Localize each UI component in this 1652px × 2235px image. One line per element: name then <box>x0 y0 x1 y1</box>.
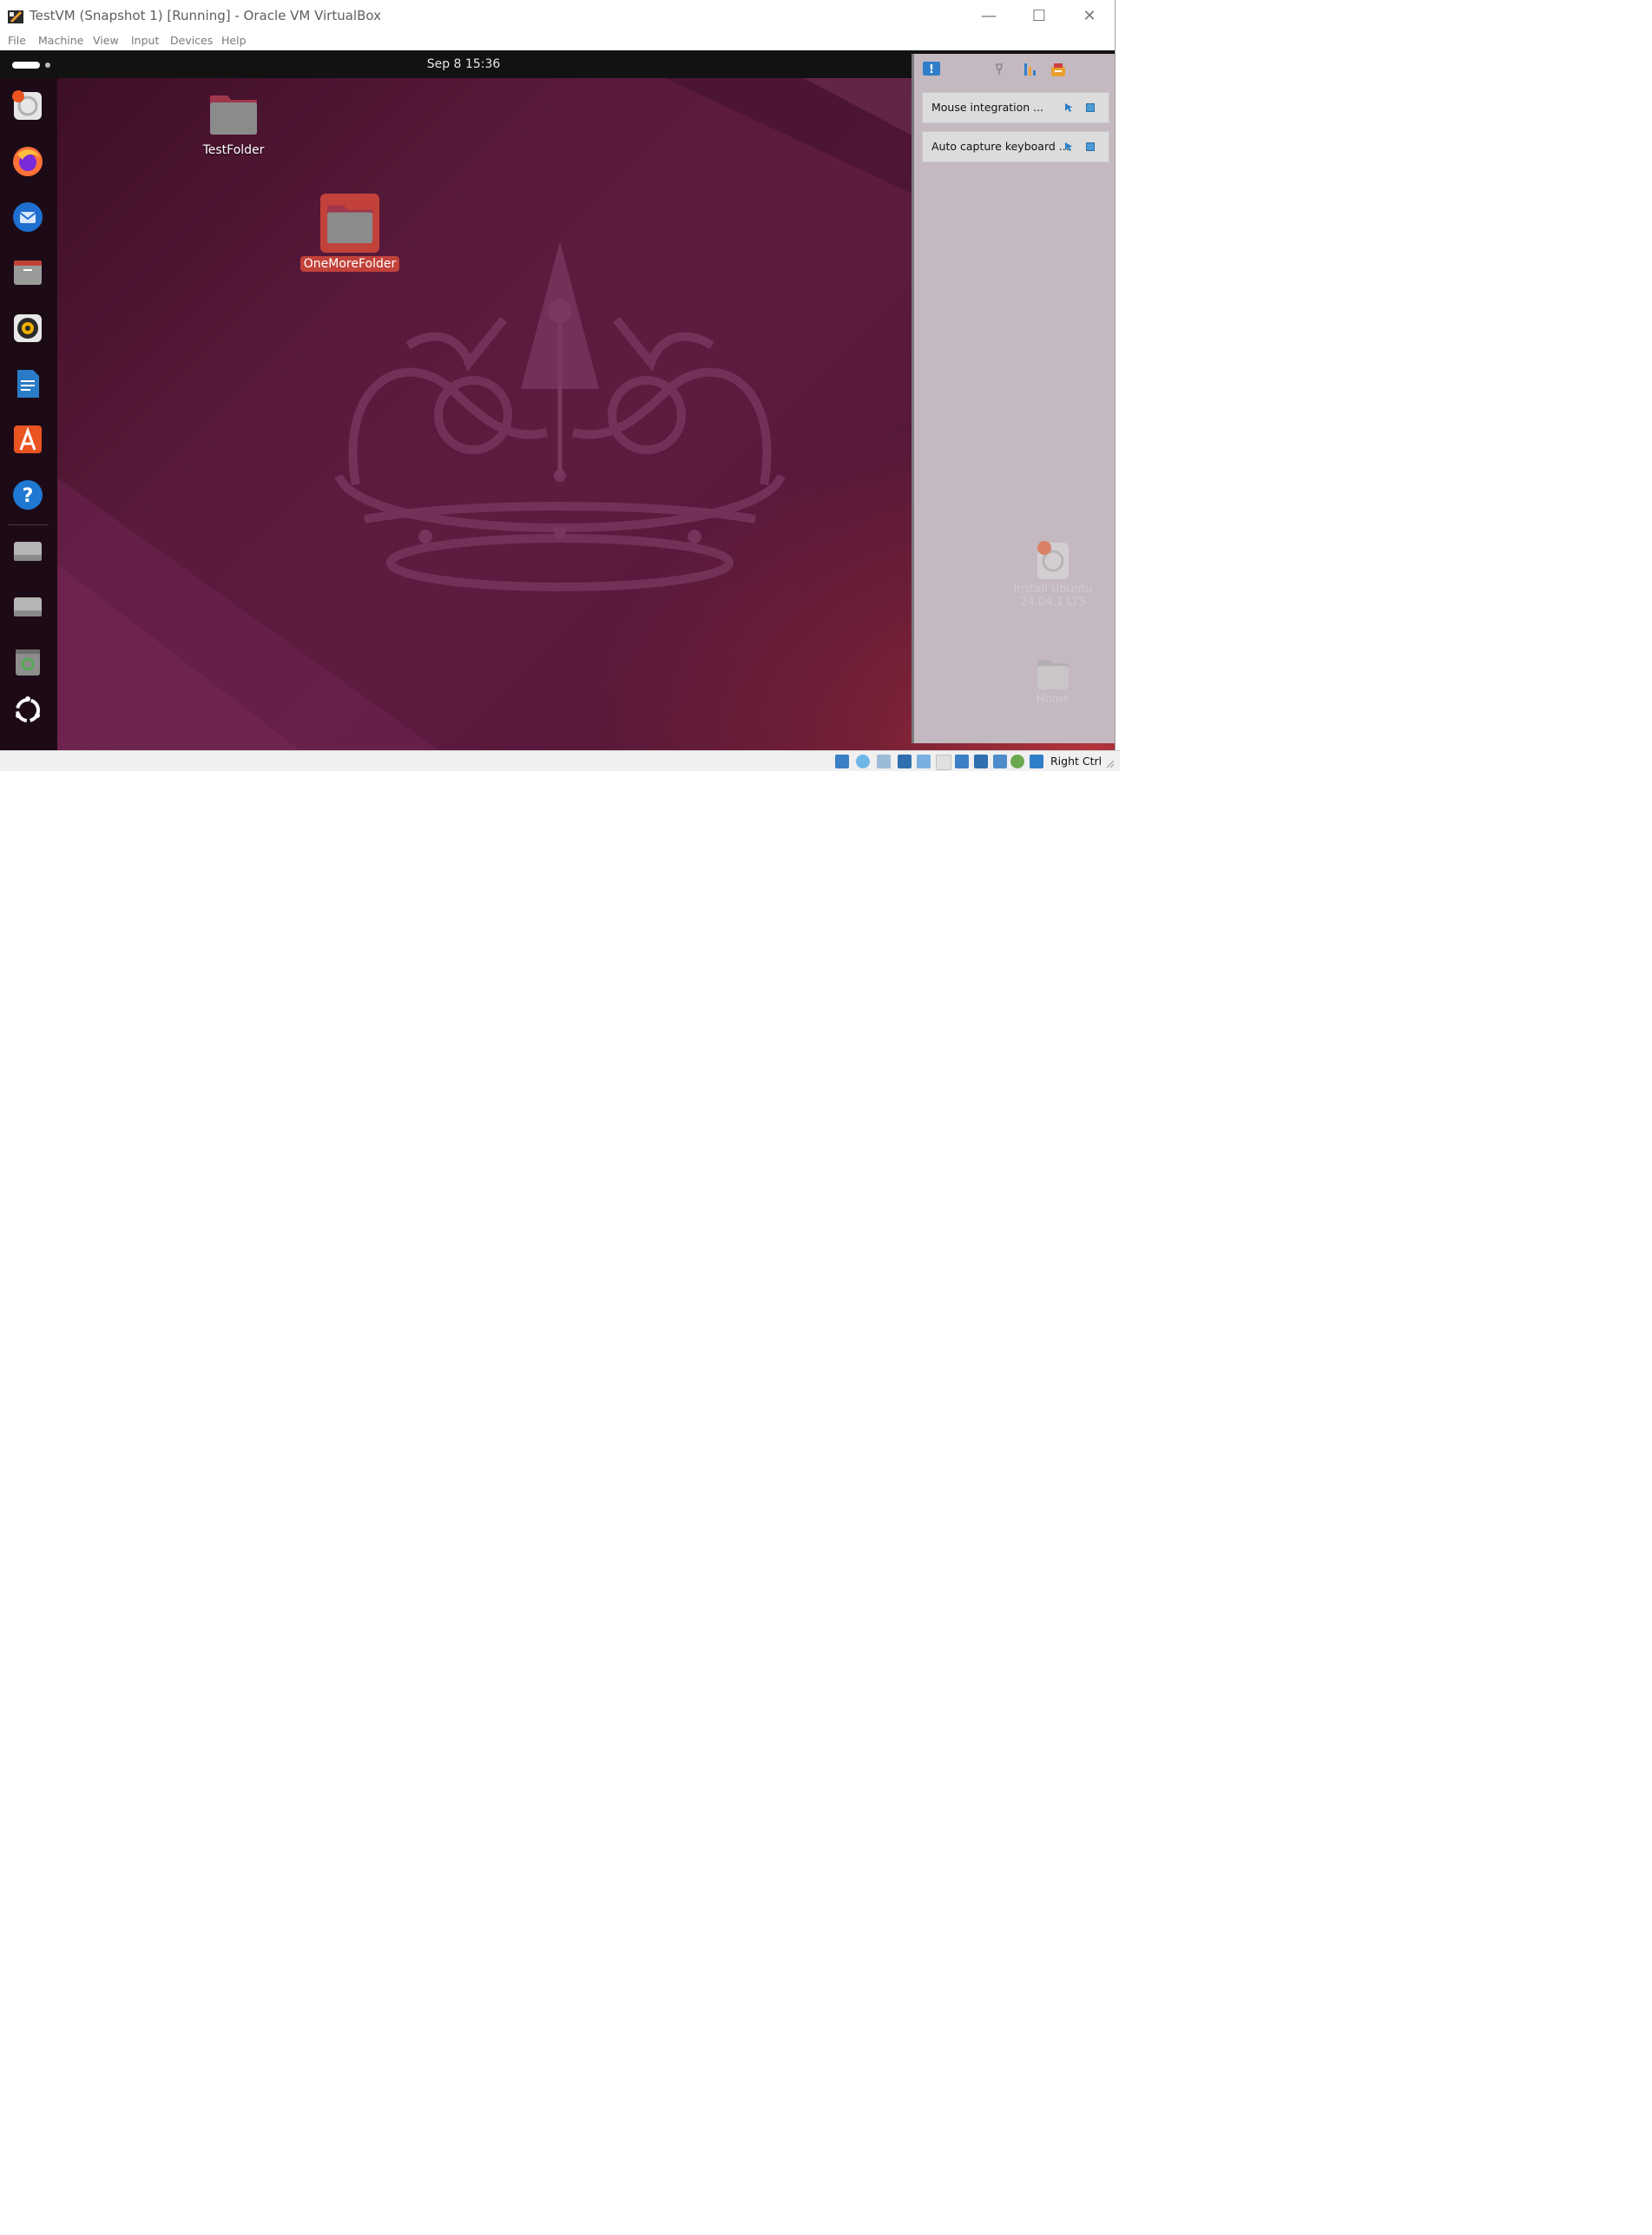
audio-icon[interactable] <box>877 755 891 768</box>
title-bar: TestVM (Snapshot 1) [Running] - Oracle V… <box>0 0 1120 31</box>
drive-icon[interactable] <box>9 531 47 570</box>
notification-alert-icon[interactable]: ! <box>921 59 942 80</box>
notification-mouse-integration[interactable]: Mouse integration ... <box>922 92 1109 123</box>
desktop-icon-label: OneMoreFolder <box>299 256 400 272</box>
rhythmbox-icon[interactable] <box>9 309 47 347</box>
ghost-label: Install Ubuntu <box>1013 583 1093 596</box>
trash-icon[interactable] <box>9 643 47 681</box>
menu-help[interactable]: Help <box>221 34 247 47</box>
network-icon[interactable] <box>898 755 912 768</box>
menu-devices[interactable]: Devices <box>170 34 213 47</box>
clear-all-icon[interactable] <box>1048 59 1069 80</box>
svg-text:!: ! <box>929 63 934 76</box>
vm-status-bar: Right Ctrl <box>0 750 1120 771</box>
notification-auto-capture-keyboard[interactable]: Auto capture keyboard ... <box>922 131 1109 162</box>
installer-icon <box>1037 541 1069 579</box>
show-apps-icon[interactable] <box>9 691 47 729</box>
close-button[interactable]: ✕ <box>1064 0 1115 31</box>
window-right-edge <box>1115 0 1120 771</box>
optical-drive-icon[interactable] <box>856 755 870 768</box>
app-center-icon[interactable] <box>9 420 47 458</box>
files-icon[interactable] <box>9 254 47 292</box>
notification-toolbar: ! <box>914 54 1117 85</box>
drive-icon[interactable] <box>9 587 47 625</box>
ghost-label: Home <box>1036 693 1070 706</box>
menu-view[interactable]: View <box>93 34 119 47</box>
maximize-button[interactable]: ☐ <box>1014 0 1064 31</box>
selected-folder-highlight <box>320 194 379 253</box>
dismiss-notification-icon[interactable] <box>1086 103 1095 112</box>
virtualbox-app-icon <box>8 10 23 23</box>
mouse-pointer-icon <box>1065 103 1073 112</box>
notification-center-panel: ! Mouse integration ... Auto capture key… <box>912 54 1115 743</box>
virtualbox-window: TestVM (Snapshot 1) [Running] - Oracle V… <box>0 0 1120 771</box>
mouse-integration-icon[interactable] <box>1030 755 1043 768</box>
menu-machine[interactable]: Machine <box>38 34 83 47</box>
ghost-install-ubuntu-icon: Install Ubuntu 24.04.1 LTS <box>1005 536 1101 609</box>
notification-text: Mouse integration ... <box>931 101 1044 114</box>
dismiss-notification-icon[interactable] <box>1086 142 1095 151</box>
ghost-label: 24.04.1 LTS <box>1020 596 1086 609</box>
wallpaper-crown-art <box>334 241 786 591</box>
thunderbird-icon[interactable] <box>9 198 47 236</box>
menu-bar: File Machine View Input Devices Help <box>0 31 1120 50</box>
hard-disk-icon[interactable] <box>835 755 849 768</box>
host-key-label[interactable]: Right Ctrl <box>1050 751 1102 771</box>
desktop-icon-testfolder[interactable]: TestFolder <box>181 89 286 158</box>
ubuntu-dock: ? <box>0 78 57 750</box>
installer-icon[interactable] <box>9 87 47 125</box>
notification-text: Auto capture keyboard ... <box>931 140 1070 153</box>
menu-file[interactable]: File <box>8 34 26 47</box>
menu-input[interactable]: Input <box>131 34 159 47</box>
display-icon[interactable] <box>955 755 969 768</box>
folder-icon <box>210 96 257 135</box>
dock-separator <box>9 524 49 525</box>
desktop-icon-onemorefolder[interactable]: OneMoreFolder <box>298 194 402 272</box>
guest-additions-icon[interactable] <box>1010 755 1024 768</box>
writer-icon[interactable] <box>9 365 47 403</box>
usb-icon[interactable] <box>917 755 931 768</box>
recording-icon[interactable] <box>974 755 988 768</box>
folder-icon <box>326 205 373 244</box>
desktop-icon-label: TestFolder <box>202 143 265 157</box>
minimize-button[interactable]: — <box>964 0 1014 31</box>
mouse-pointer-icon <box>1065 142 1073 151</box>
sort-icon[interactable] <box>1020 59 1041 80</box>
firefox-icon[interactable] <box>9 142 47 181</box>
window-title: TestVM (Snapshot 1) [Running] - Oracle V… <box>30 8 381 23</box>
ghost-home-icon: Home <box>1005 653 1101 706</box>
home-folder-icon <box>1037 660 1069 689</box>
shared-folders-icon[interactable] <box>936 755 951 770</box>
resize-grip-icon[interactable] <box>1104 758 1115 768</box>
svg-text:?: ? <box>23 485 34 507</box>
cpu-icon[interactable] <box>993 755 1007 768</box>
pin-icon[interactable] <box>989 59 1010 80</box>
help-icon[interactable]: ? <box>9 476 47 514</box>
